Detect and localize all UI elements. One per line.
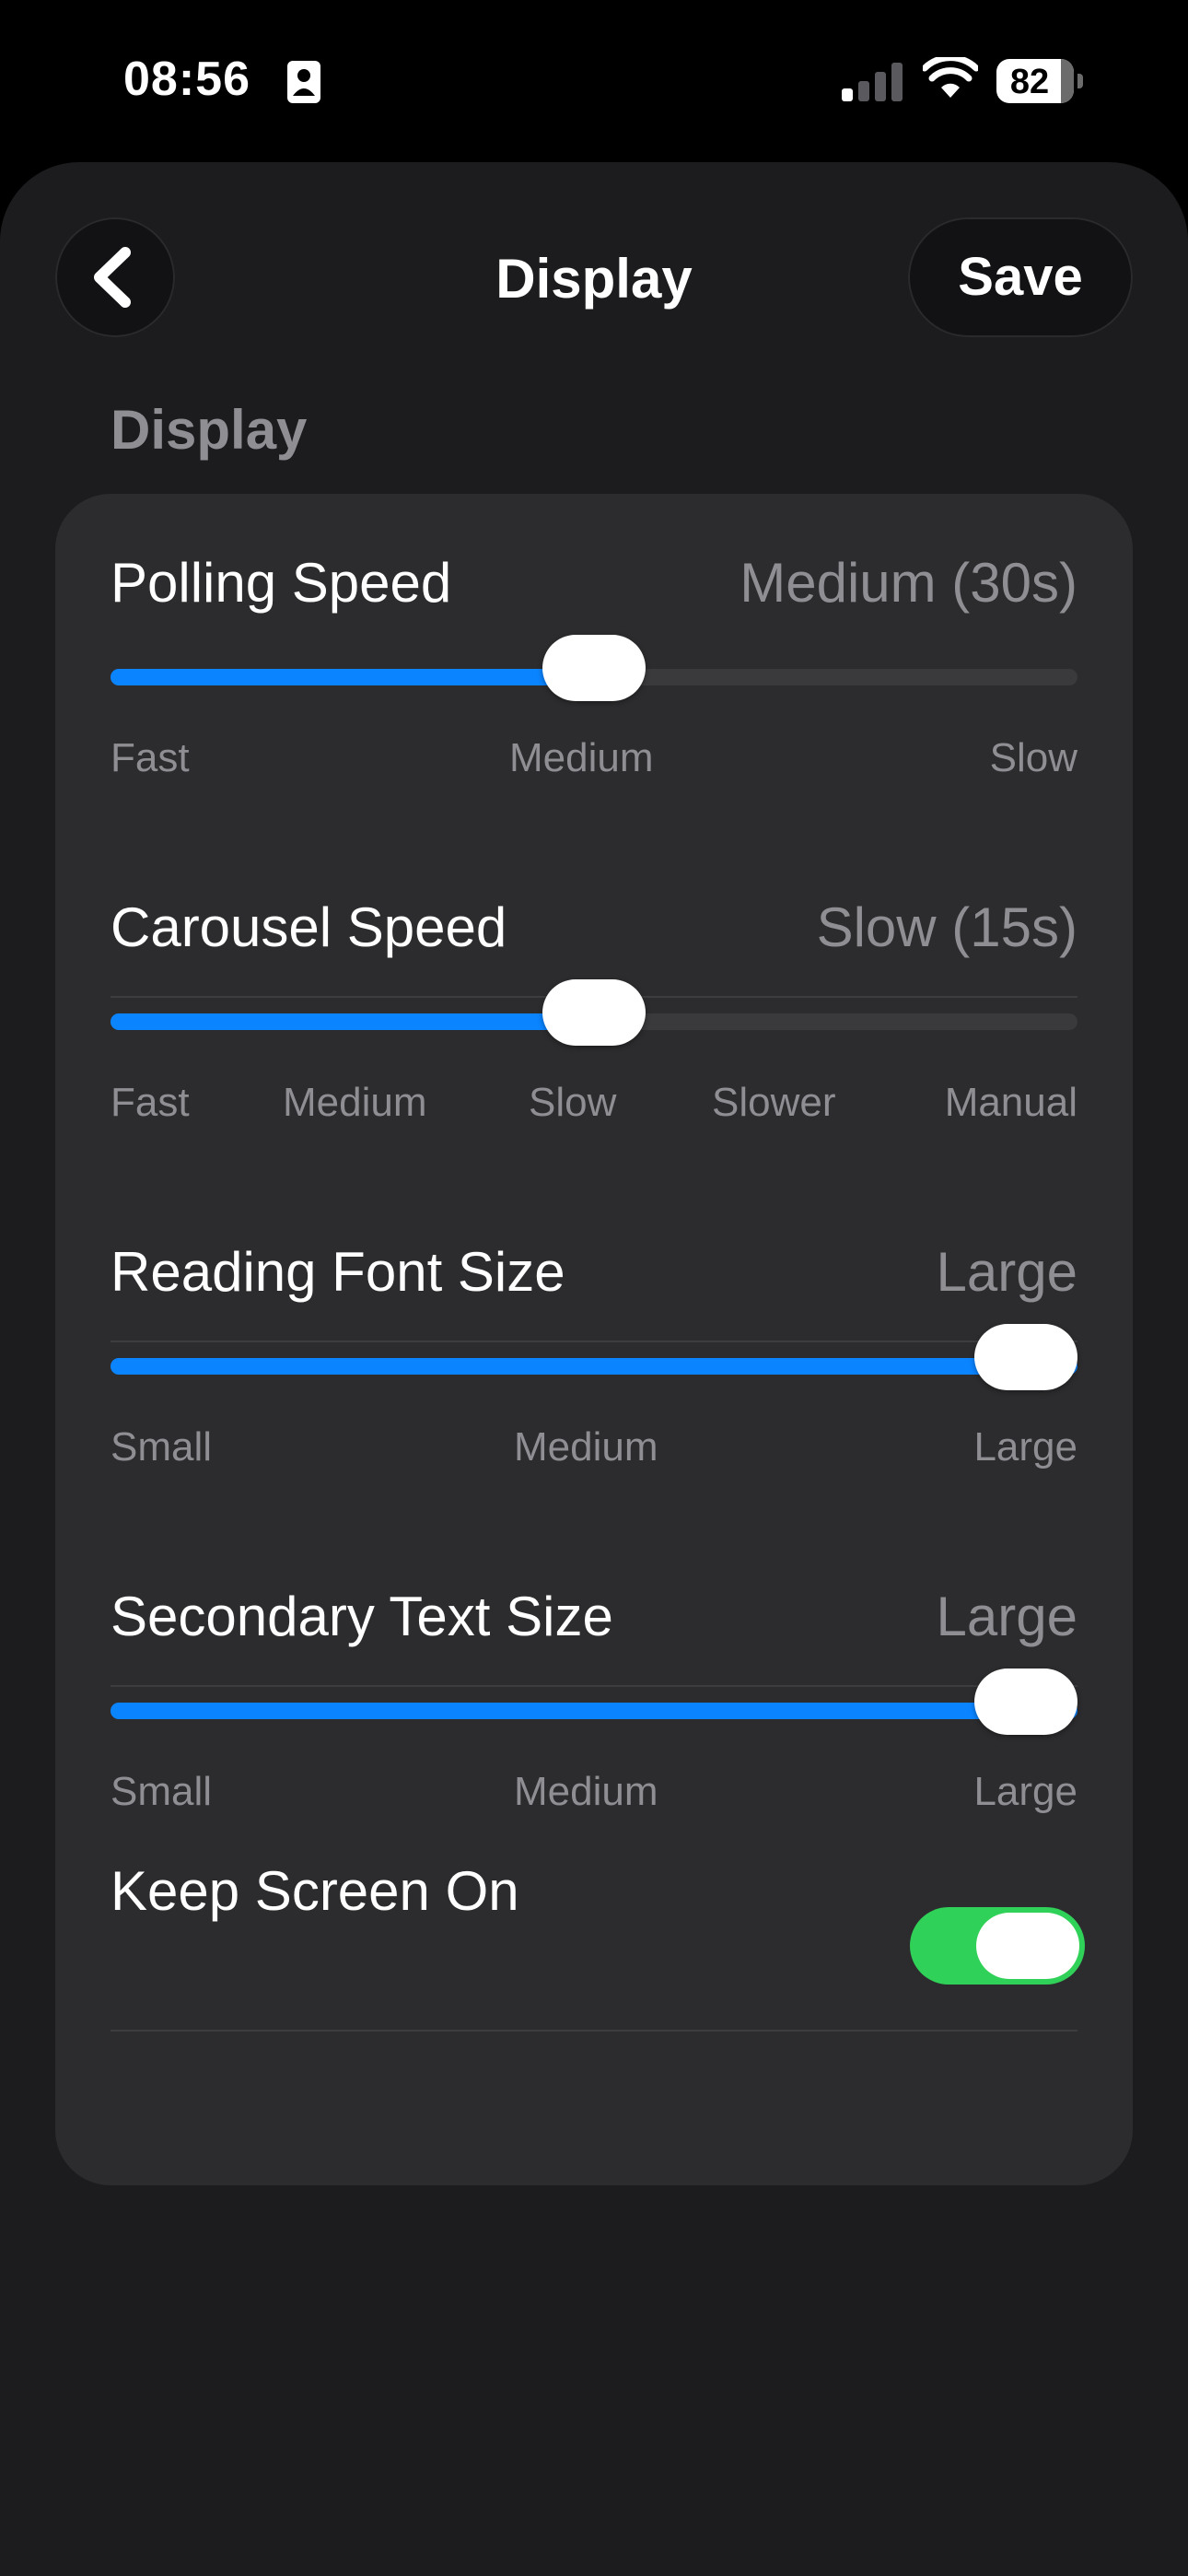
reading-font-size-value: Large <box>936 1241 1077 1303</box>
reading-font-size-label: Reading Font Size <box>111 1241 565 1303</box>
tick-label: Small <box>111 1769 213 1814</box>
tick-label: Large <box>973 1769 1077 1814</box>
tick-label: Small <box>111 1424 213 1469</box>
slider-thumb[interactable] <box>974 1324 1077 1390</box>
carousel-speed-label: Carousel Speed <box>111 896 507 958</box>
carousel-speed-slider[interactable] <box>111 979 1077 1046</box>
secondary-text-size-slider[interactable] <box>111 1669 1077 1735</box>
toggle-knob <box>976 1913 1079 1979</box>
tick-label: Medium <box>283 1080 427 1125</box>
divider <box>111 1341 1077 1342</box>
slider-fill <box>111 1358 1077 1375</box>
keep-screen-on-label: Keep Screen On <box>111 1860 519 1922</box>
display-settings-sheet: Display Save Display Polling Speed Mediu… <box>0 162 1188 2576</box>
reading-font-size-slider[interactable] <box>111 1324 1077 1390</box>
wifi-icon <box>923 57 978 98</box>
divider <box>111 2030 1077 2032</box>
carousel-speed-value: Slow (15s) <box>816 896 1077 958</box>
polling-speed-slider[interactable] <box>111 635 1077 701</box>
secondary-text-size-value: Large <box>936 1586 1077 1647</box>
slider-thumb[interactable] <box>974 1669 1077 1735</box>
tick-label: Slower <box>712 1080 836 1125</box>
slider-thumb[interactable] <box>542 635 646 701</box>
tick-label: Slow <box>529 1080 617 1125</box>
status-time: 08:56 <box>123 53 250 106</box>
tick-label: Fast <box>111 1080 190 1125</box>
tick-label: Large <box>973 1424 1077 1469</box>
cellular-signal-icon <box>842 63 903 101</box>
slider-fill <box>111 1703 1077 1719</box>
polling-speed-label: Polling Speed <box>111 552 452 614</box>
status-bar: 08:56 82 <box>0 0 1188 162</box>
polling-speed-value: Medium (30s) <box>740 552 1077 614</box>
save-button[interactable]: Save <box>908 217 1133 337</box>
battery-icon: 82 <box>996 59 1085 103</box>
secondary-text-size-label: Secondary Text Size <box>111 1586 613 1647</box>
slider-fill <box>111 1013 594 1030</box>
section-title: Display <box>111 399 308 461</box>
slider-fill <box>111 669 594 685</box>
battery-level: 82 <box>1009 63 1050 101</box>
tick-label: Manual <box>944 1080 1077 1125</box>
slider-thumb[interactable] <box>542 979 646 1046</box>
keep-screen-on-toggle[interactable] <box>910 1907 1085 1985</box>
tick-label: Medium <box>514 1769 658 1814</box>
tick-label: Medium <box>514 1424 658 1469</box>
tick-label: Fast <box>111 735 190 780</box>
divider <box>111 1685 1077 1687</box>
tick-label: Medium <box>509 735 654 780</box>
tick-label: Slow <box>989 735 1077 780</box>
focus-contact-icon <box>287 61 320 103</box>
